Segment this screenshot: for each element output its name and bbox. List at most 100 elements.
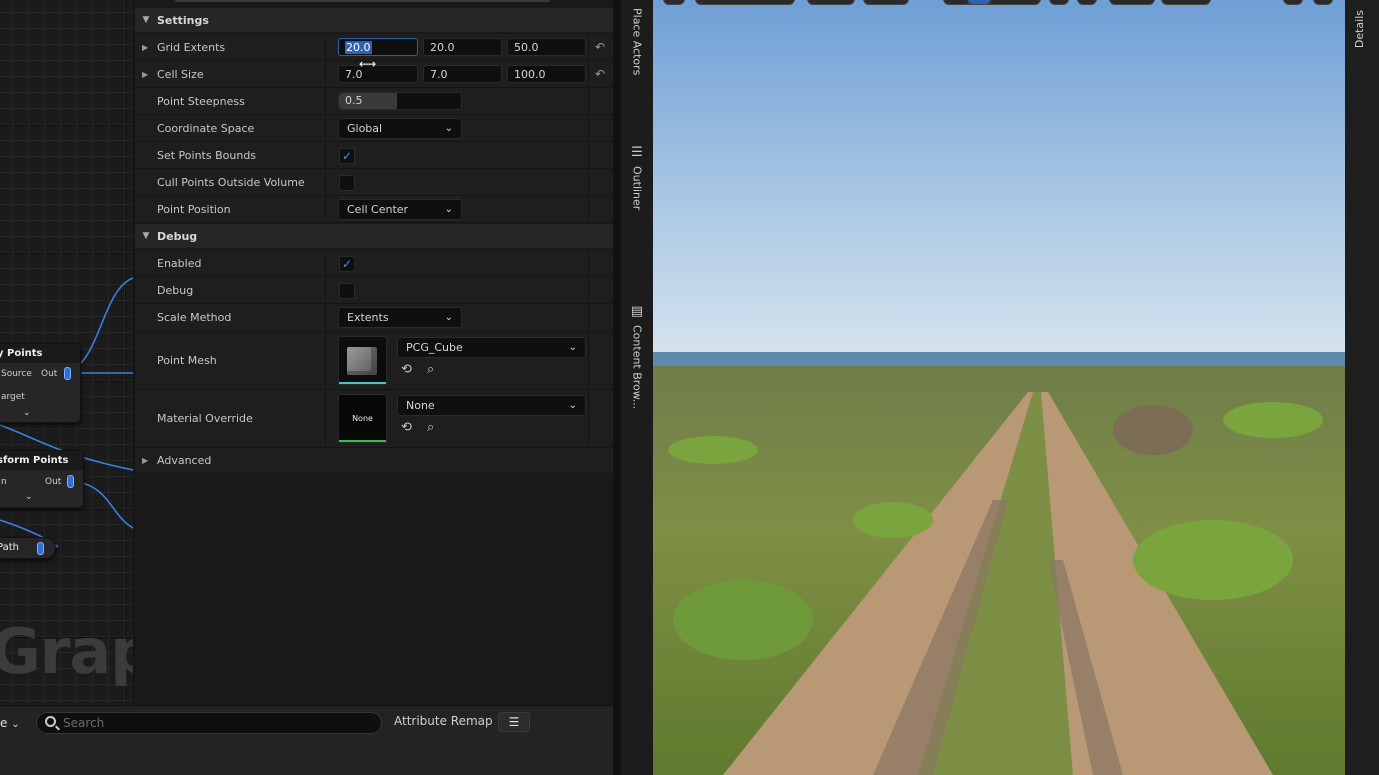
pin-label-out: Out bbox=[45, 477, 62, 487]
reset-arrow-icon[interactable]: ↶ bbox=[595, 40, 605, 54]
graph-node-points[interactable]: y Points Source Out arget ⌄ bbox=[0, 343, 81, 423]
column-divider bbox=[325, 142, 326, 168]
grid-extents-z-field[interactable]: 50.0 bbox=[507, 38, 586, 56]
caret-right-icon[interactable]: ▶ bbox=[142, 34, 148, 60]
tab-label: Place Actors bbox=[630, 8, 644, 76]
property-label: Coordinate Space bbox=[157, 121, 255, 135]
row-advanced[interactable]: ▶ Advanced bbox=[135, 448, 613, 474]
coordinate-space-dropdown[interactable]: Global ⌄ bbox=[338, 118, 462, 139]
output-pin[interactable] bbox=[67, 475, 74, 488]
thumbnail-none-label: None bbox=[352, 414, 373, 423]
viewport-toolbar-button[interactable] bbox=[695, 0, 795, 5]
cell-size-z-field[interactable]: 100.0 bbox=[507, 65, 586, 83]
viewport-toolbar-button[interactable] bbox=[863, 0, 909, 5]
search-placeholder: Search bbox=[63, 716, 105, 730]
column-divider bbox=[325, 169, 326, 195]
use-selected-icon[interactable]: ⟲ bbox=[401, 362, 412, 377]
cell-size-y-field[interactable]: 7.0 bbox=[423, 65, 502, 83]
viewport-toolbar-button[interactable] bbox=[1109, 0, 1155, 5]
reset-arrow-icon[interactable]: ↶ bbox=[595, 67, 605, 81]
tab-label: Outliner bbox=[630, 166, 644, 211]
grid-extents-y-field[interactable]: 20.0 bbox=[423, 38, 502, 56]
output-pin[interactable] bbox=[37, 542, 44, 555]
point-position-dropdown[interactable]: Cell Center ⌄ bbox=[338, 199, 462, 220]
browse-asset-icon[interactable]: ⌕ bbox=[427, 362, 434, 377]
pin-label-out: Out bbox=[41, 369, 58, 379]
column-divider bbox=[588, 142, 589, 168]
outliner-icon: ☰ bbox=[631, 145, 643, 160]
debug-checkbox[interactable] bbox=[339, 283, 355, 299]
column-divider bbox=[588, 250, 589, 276]
viewport-toolbar-button[interactable] bbox=[1161, 0, 1211, 5]
column-divider bbox=[588, 304, 589, 331]
content-browser-icon: ▤ bbox=[630, 304, 644, 319]
column-divider bbox=[588, 390, 589, 447]
section-title: Advanced bbox=[157, 454, 212, 467]
caret-down-icon: ▼ bbox=[142, 15, 150, 25]
graph-canvas[interactable]: y Points Source Out arget ⌄ sform Points… bbox=[0, 0, 133, 705]
viewport-toolbar-button[interactable] bbox=[807, 0, 855, 5]
row-coordinate-space: Coordinate Space Global ⌄ bbox=[135, 115, 613, 142]
checkmark-icon: ✓ bbox=[341, 257, 353, 271]
tab-outliner[interactable]: ☰ Outliner bbox=[621, 145, 653, 210]
section-debug[interactable]: ▼ Debug bbox=[135, 224, 613, 248]
column-divider bbox=[325, 277, 326, 303]
search-input[interactable]: Search bbox=[36, 712, 382, 734]
chevron-down-icon[interactable]: ⌄ bbox=[23, 408, 31, 418]
dropdown-value: PCG_Cube bbox=[406, 341, 463, 354]
row-set-points-bounds: Set Points Bounds ✓ bbox=[135, 142, 613, 169]
section-title: Debug bbox=[157, 229, 198, 243]
filter-dropdown[interactable]: e ⌄ bbox=[0, 712, 26, 734]
set-points-bounds-checkbox[interactable]: ✓ bbox=[339, 148, 355, 164]
tab-label: Details bbox=[1353, 10, 1366, 49]
graph-node-transform-points[interactable]: sform Points n Out ⌄ bbox=[0, 450, 84, 508]
chevron-down-icon: ⌄ bbox=[11, 719, 20, 730]
grid-extents-x-field[interactable]: 20.0 bbox=[338, 38, 418, 56]
cull-points-checkbox[interactable] bbox=[339, 175, 355, 191]
point-steepness-slider[interactable]: 0.5 bbox=[338, 92, 462, 110]
tab-details[interactable]: Details bbox=[1345, 0, 1379, 60]
point-mesh-dropdown[interactable]: PCG_Cube ⌄ bbox=[397, 337, 586, 358]
cell-size-x-field[interactable]: 7.0 bbox=[338, 65, 418, 83]
caret-down-icon: ▼ bbox=[142, 231, 150, 241]
caret-right-icon[interactable]: ▶ bbox=[142, 61, 148, 87]
dropdown-value: Extents bbox=[347, 311, 389, 324]
top-scroll-stub bbox=[175, 0, 550, 2]
property-label: Enabled bbox=[157, 256, 202, 270]
section-title: Settings bbox=[157, 13, 209, 27]
node-title: Path bbox=[0, 542, 19, 553]
row-cull-points-outside-volume: Cull Points Outside Volume bbox=[135, 169, 613, 196]
search-icon bbox=[45, 716, 56, 727]
tab-content-browser[interactable]: ▤ Content Brow... bbox=[621, 304, 653, 409]
column-divider bbox=[325, 34, 326, 60]
side-tab-strip: Place Actors ☰ Outliner ▤ Content Brow..… bbox=[613, 0, 653, 775]
material-override-thumbnail[interactable]: None bbox=[338, 394, 387, 443]
viewport-toolbar-button[interactable] bbox=[943, 0, 1041, 5]
level-viewport[interactable] bbox=[653, 0, 1345, 775]
column-divider bbox=[588, 277, 589, 303]
property-label: Scale Method bbox=[157, 311, 232, 324]
material-override-dropdown[interactable]: None ⌄ bbox=[397, 395, 586, 416]
viewport-toolbar-button[interactable] bbox=[663, 0, 685, 5]
scale-method-dropdown[interactable]: Extents ⌄ bbox=[338, 307, 462, 328]
graph-node-path[interactable]: Path bbox=[0, 537, 56, 559]
property-label: Point Steepness bbox=[157, 94, 245, 108]
property-label: Cell Size bbox=[157, 67, 204, 81]
section-settings[interactable]: ▼ Settings bbox=[135, 8, 613, 32]
column-divider bbox=[325, 250, 326, 276]
browse-asset-icon[interactable]: ⌕ bbox=[427, 420, 434, 435]
property-label: Point Position bbox=[157, 202, 231, 216]
chevron-down-icon[interactable]: ⌄ bbox=[25, 492, 33, 502]
use-selected-icon[interactable]: ⟲ bbox=[401, 420, 412, 435]
chevron-down-icon: ⌄ bbox=[568, 400, 577, 411]
property-label: Grid Extents bbox=[157, 40, 226, 54]
viewport-toolbar-button-active[interactable] bbox=[967, 0, 991, 5]
column-divider bbox=[325, 196, 326, 222]
graph-watermark: Graph bbox=[0, 615, 133, 688]
column-divider bbox=[325, 390, 326, 447]
point-mesh-thumbnail[interactable] bbox=[338, 336, 387, 385]
hamburger-menu-icon[interactable]: ☰ bbox=[498, 712, 530, 732]
enabled-checkbox[interactable]: ✓ bbox=[339, 256, 355, 272]
output-pin[interactable] bbox=[64, 367, 71, 380]
tab-place-actors[interactable]: Place Actors bbox=[621, 8, 653, 75]
